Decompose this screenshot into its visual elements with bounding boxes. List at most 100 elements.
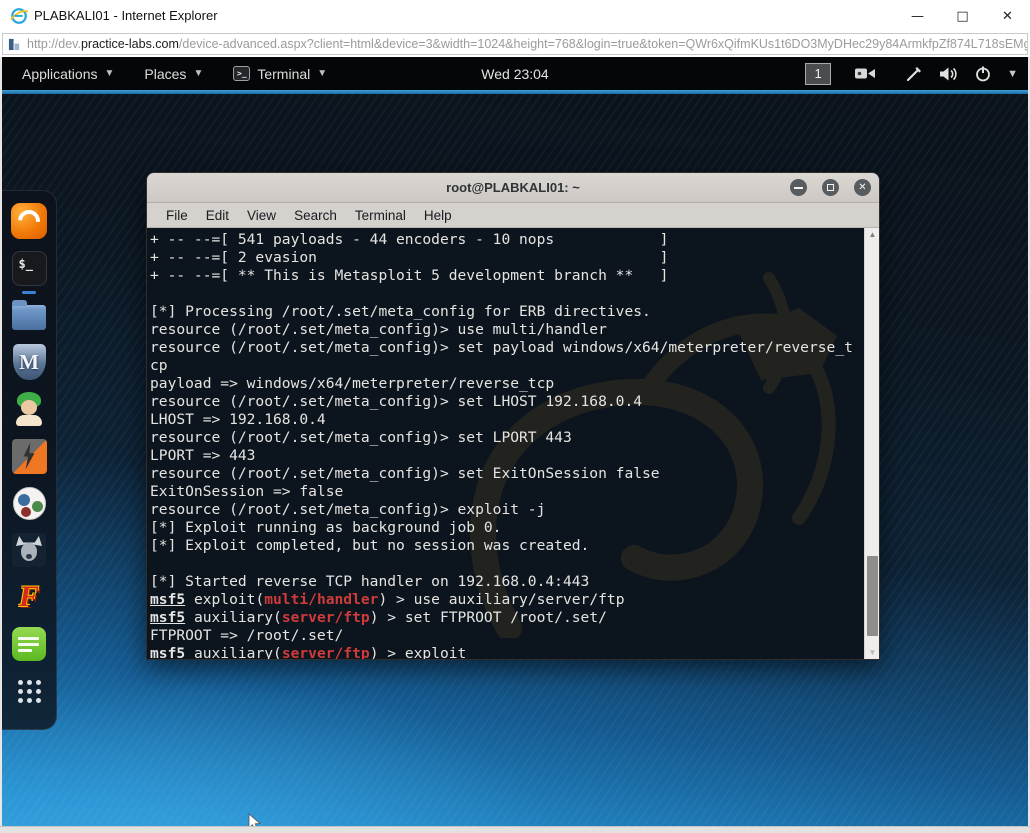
terminal-line: + -- --=[ ** This is Metasploit 5 develo… [150,267,669,284]
dock-item-terminal[interactable]: $_ [10,249,48,294]
menu-search[interactable]: Search [285,208,346,223]
terminal-line: resource (/root/.set/meta_config)> set L… [150,429,572,446]
dock-item-beef[interactable] [10,531,48,569]
terminal-line: FTPROOT => /root/.set/ [150,627,344,644]
terminal-output: + -- --=[ 541 payloads - 44 encoders - 1… [147,228,879,659]
terminal-line: msf5 auxiliary(server/ftp) > exploit [150,645,467,659]
input-tool-icon[interactable] [906,65,923,82]
dock-item-faraday[interactable]: F [10,578,48,616]
internet-explorer-icon [10,8,28,24]
chevron-down-icon: ▼ [104,68,115,79]
minimize-button[interactable]: — [895,0,940,32]
show-applications-icon [17,679,41,703]
chevron-down-icon: ▼ [193,68,204,79]
scroll-up-icon[interactable]: ▲ [865,228,879,241]
practice-labs-favicon-icon [8,38,20,50]
faraday-icon: F [18,580,39,613]
terminal-icon: $_ [11,250,47,286]
terminal-window-title: root@PLABKALI01: ~ [446,180,580,195]
terminal-appmenu[interactable]: >_ Terminal ▼ [227,57,333,90]
running-indicator [22,291,36,294]
chevron-down-icon: ▼ [317,68,328,79]
window-title: PLABKALI01 - Internet Explorer [34,8,218,23]
menu-terminal[interactable]: Terminal [346,208,415,223]
terminal-line: resource (/root/.set/meta_config)> set E… [150,465,660,482]
terminal-line: resource (/root/.set/meta_config)> use m… [150,321,607,338]
places-menu[interactable]: Places ▼ [138,57,209,90]
terminal-line: ExitOnSession => false [150,483,344,500]
menu-help[interactable]: Help [415,208,461,223]
dock-item-armitage[interactable] [10,390,48,428]
terminal-line: [*] Started reverse TCP handler on 192.1… [150,573,590,590]
terminal-appmenu-label: Terminal [257,65,311,82]
metasploit-icon: M [12,344,46,380]
terminal-menubar: File Edit View Search Terminal Help [147,203,879,228]
menu-edit[interactable]: Edit [197,208,238,223]
gnome-topbar: Applications ▼ Places ▼ >_ Terminal ▼ We… [2,57,1028,90]
screen-share-icon[interactable] [855,66,876,81]
terminal-icon: >_ [233,66,251,81]
url-domain: practice-labs.com [80,37,179,51]
terminal-line: LPORT => 443 [150,447,256,464]
chevron-down-icon[interactable]: ▼ [1007,68,1018,80]
dock-item-burpsuite[interactable] [10,437,48,475]
places-menu-label: Places [144,65,187,82]
firefox-icon [11,203,47,239]
clock[interactable]: Wed 23:04 [481,57,548,90]
dock-item-show-applications[interactable] [10,672,48,710]
text-editor-icon [12,627,46,661]
terminal-line: + -- --=[ 2 evasion ] [150,249,669,266]
volume-icon[interactable] [939,66,959,82]
address-bar: http://dev.practice-labs.com/device-adva… [0,32,1030,57]
terminal-line: + -- --=[ 541 payloads - 44 encoders - 1… [150,231,669,248]
terminal-minimize-button[interactable] [790,179,807,196]
dock-item-firefox[interactable] [10,202,48,240]
wallpaper-top-edge [2,90,1028,94]
terminal-line: payload => windows/x64/meterpreter/rever… [150,375,555,392]
menu-view[interactable]: View [238,208,285,223]
applications-menu-label: Applications [22,65,98,82]
terminal-line: msf5 exploit(multi/handler) > use auxili… [150,591,625,608]
terminal-window: root@PLABKALI01: ~ ✕ File Edit View Sear… [146,172,880,660]
terminal-line: [*] Exploit running as background job 0. [150,519,502,536]
scroll-down-icon[interactable]: ▼ [865,646,879,659]
browser-bottom-edge [0,826,1030,833]
terminal-maximize-button[interactable] [822,179,839,196]
close-button[interactable]: ✕ [985,0,1030,32]
terminal-line: resource (/root/.set/meta_config)> explo… [150,501,546,518]
terminal-line: cp [150,357,168,374]
menu-file[interactable]: File [157,208,197,223]
dock-item-metasploit[interactable]: M [10,343,48,381]
terminal-line: resource (/root/.set/meta_config)> set p… [150,339,853,356]
terminal-titlebar[interactable]: root@PLABKALI01: ~ ✕ [147,173,879,203]
url-scheme: http://dev. [27,37,81,51]
url-path: /device-advanced.aspx?client=html&device… [178,37,1028,51]
beef-bull-icon [12,533,46,567]
dock: $_ M F [2,190,57,730]
terminal-scrollbar[interactable]: ▲ ▼ [864,228,879,659]
terminal-line: resource (/root/.set/meta_config)> set L… [150,393,643,410]
folder-icon [12,300,46,330]
power-icon[interactable] [975,66,991,82]
maximize-button[interactable]: □ [940,0,985,32]
terminal-line: msf5 auxiliary(server/ftp) > set FTPROOT… [150,609,607,626]
terminal-close-button[interactable]: ✕ [854,179,871,196]
workspace-indicator[interactable]: 1 [805,62,832,85]
terminal-content[interactable]: + -- --=[ 541 payloads - 44 encoders - 1… [147,228,879,659]
url-text: http://dev.practice-labs.com/device-adva… [27,37,1028,51]
armitage-icon [11,391,47,427]
burpsuite-icon [11,438,47,474]
applications-menu[interactable]: Applications ▼ [16,57,120,90]
browser-titlebar: PLABKALI01 - Internet Explorer — □ ✕ [0,0,1030,32]
scrollbar-thumb[interactable] [867,556,878,636]
url-input[interactable]: http://dev.practice-labs.com/device-adva… [2,33,1028,55]
dock-item-files[interactable] [10,296,48,334]
terminal-line: [*] Processing /root/.set/meta_config fo… [150,303,651,320]
terminal-line: LHOST => 192.168.0.4 [150,411,326,428]
dock-item-maltego[interactable] [10,484,48,522]
terminal-line: [*] Exploit completed, but no session wa… [150,537,590,554]
mouse-cursor [248,813,261,826]
dock-item-text-editor[interactable] [10,625,48,663]
